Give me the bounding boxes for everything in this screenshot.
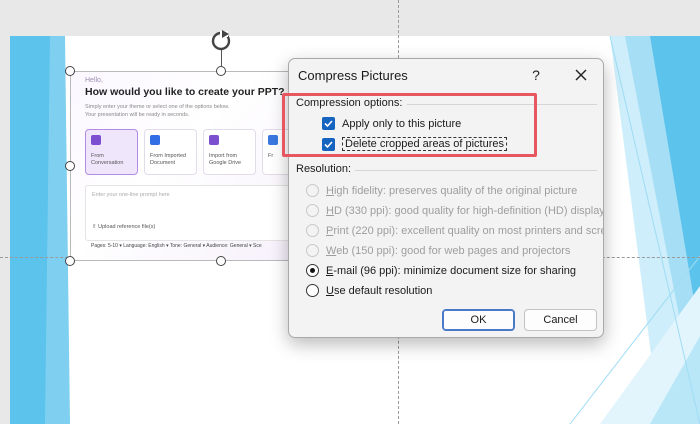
document-icon — [150, 135, 160, 145]
radio-row-hd[interactable]: HD (330 ppi): good quality for high-defi… — [306, 204, 603, 217]
ok-button[interactable]: OK — [442, 309, 515, 331]
annotation-highlight-box — [282, 93, 537, 157]
rotate-handle-stem — [221, 50, 222, 66]
radio-row-default[interactable]: Use default resolution — [306, 284, 432, 297]
picture-card-document: From Imported Document — [144, 129, 197, 175]
resize-handle-top-left[interactable] — [65, 66, 75, 76]
picture-card-conversation: From Conversation — [85, 129, 138, 175]
radio-row-high-fidelity[interactable]: High fidelity: preserves quality of the … — [306, 184, 577, 197]
picture-card-drive: Import from Google Drive — [203, 129, 256, 175]
radio-high-fidelity[interactable] — [306, 184, 319, 197]
drive-icon — [209, 135, 219, 145]
radio-row-email[interactable]: E-mail (96 ppi): minimize document size … — [306, 264, 576, 277]
radio-web[interactable] — [306, 244, 319, 257]
web-icon — [268, 135, 278, 145]
radio-print[interactable] — [306, 224, 319, 237]
picture-prompt-box: Enter your one-line prompt here ⇧ Upload… — [85, 185, 299, 241]
picture-upload-label: ⇧ Upload reference file(s) — [92, 224, 156, 230]
resolution-divider — [355, 170, 597, 171]
help-button[interactable]: ? — [525, 63, 547, 87]
resize-handle-bottom-center[interactable] — [216, 256, 226, 266]
resize-handle-bottom-left[interactable] — [65, 256, 75, 266]
picture-option-cards: From Conversation From Imported Document… — [85, 129, 299, 175]
picture-description: Simply enter your theme or select one of… — [85, 104, 230, 118]
close-button[interactable] — [569, 63, 593, 87]
picture-options-bar: Pages: 5-10 ▾ Language: English ▾ Tone: … — [91, 243, 262, 249]
resolution-label: Resolution: — [296, 163, 352, 175]
picture-prompt-placeholder: Enter your one-line prompt here — [92, 192, 170, 198]
radio-default-resolution[interactable] — [306, 284, 319, 297]
radio-row-print[interactable]: Print (220 ppi): excellent quality on mo… — [306, 224, 603, 237]
resize-handle-middle-left[interactable] — [65, 161, 75, 171]
radio-hd[interactable] — [306, 204, 319, 217]
picture-hello-text: Hello, — [85, 77, 103, 84]
dialog-title: Compress Pictures — [298, 68, 408, 83]
cancel-button[interactable]: Cancel — [524, 309, 597, 331]
resize-handle-top-center[interactable] — [216, 66, 226, 76]
selected-picture[interactable]: Hello, How would you like to create your… — [70, 71, 300, 261]
chat-bot-icon — [91, 135, 101, 145]
radio-row-web[interactable]: Web (150 ppi): good for web pages and pr… — [306, 244, 570, 257]
picture-title: How would you like to create your PPT? — [85, 86, 285, 98]
close-icon — [575, 69, 587, 81]
radio-email[interactable] — [306, 264, 319, 277]
